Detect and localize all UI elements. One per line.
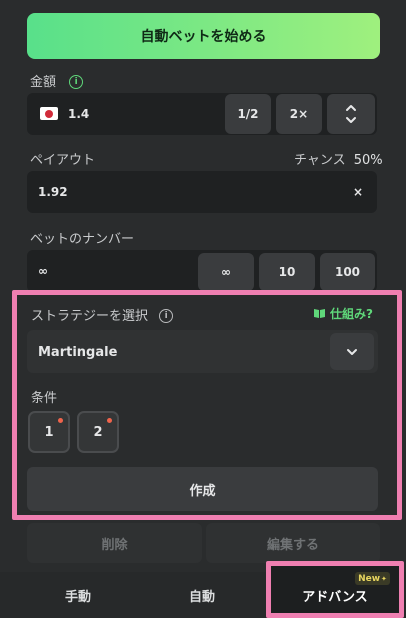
new-badge-label: New <box>358 573 381 584</box>
bet-number-label: ベットのナンバー <box>30 232 135 247</box>
half-button[interactable]: 1/2 <box>225 94 271 134</box>
amount-label-row: 金額 i <box>30 71 84 90</box>
chance-value: 50% <box>353 153 383 168</box>
new-badge: New ✦ <box>355 572 390 585</box>
strategy-selected-value: Martingale <box>38 345 118 360</box>
stepper-button[interactable] <box>327 94 375 134</box>
tab-manual[interactable]: 手動 <box>28 583 128 607</box>
edit-button[interactable]: 編集する <box>206 523 380 563</box>
chance-row: チャンス 50% <box>294 149 383 168</box>
start-autobet-button[interactable]: 自動ベットを始める <box>27 13 380 59</box>
sparkle-icon: ✦ <box>381 574 387 583</box>
bet-option-10[interactable]: 10 <box>259 253 315 291</box>
chevron-up-down-icon <box>346 105 356 123</box>
condition-2-button[interactable]: 2 <box>77 411 119 453</box>
how-it-works-label: 仕組み? <box>330 307 373 321</box>
double-button[interactable]: 2× <box>276 94 322 134</box>
amount-value[interactable]: 1.4 <box>68 107 89 121</box>
bet-number-value[interactable]: ∞ <box>38 264 48 278</box>
payout-label: ペイアウト <box>30 153 96 168</box>
chance-label: チャンス <box>294 153 346 168</box>
clear-icon[interactable]: × <box>353 185 363 199</box>
condition-2-label: 2 <box>93 424 103 440</box>
create-button[interactable]: 作成 <box>27 467 378 511</box>
condition-1-label: 1 <box>44 424 54 440</box>
conditions-label: 条件 <box>31 391 58 406</box>
tab-auto[interactable]: 自動 <box>152 583 252 607</box>
payout-field[interactable] <box>27 171 377 213</box>
info-icon[interactable]: i <box>69 74 84 89</box>
how-it-works-link[interactable]: 仕組み? <box>313 305 373 322</box>
amount-label: 金額 <box>30 75 57 90</box>
chevron-down-icon <box>347 348 357 355</box>
bet-option-100[interactable]: 100 <box>320 253 375 291</box>
strategy-dropdown-button[interactable] <box>330 333 374 370</box>
strategy-label: ストラテジーを選択 <box>31 309 149 324</box>
japan-flag-icon <box>40 107 58 120</box>
book-icon <box>314 309 325 318</box>
strategy-label-row: ストラテジーを選択 i <box>31 305 174 324</box>
bet-option-infinity[interactable]: ∞ <box>198 253 254 291</box>
info-icon[interactable]: i <box>159 308 174 323</box>
condition-1-button[interactable]: 1 <box>28 411 70 453</box>
delete-button[interactable]: 削除 <box>27 523 202 563</box>
tab-advanced-label: アドバンス <box>302 589 368 605</box>
payout-value[interactable]: 1.92 <box>38 185 68 199</box>
status-dot <box>107 418 112 423</box>
status-dot <box>58 418 63 423</box>
